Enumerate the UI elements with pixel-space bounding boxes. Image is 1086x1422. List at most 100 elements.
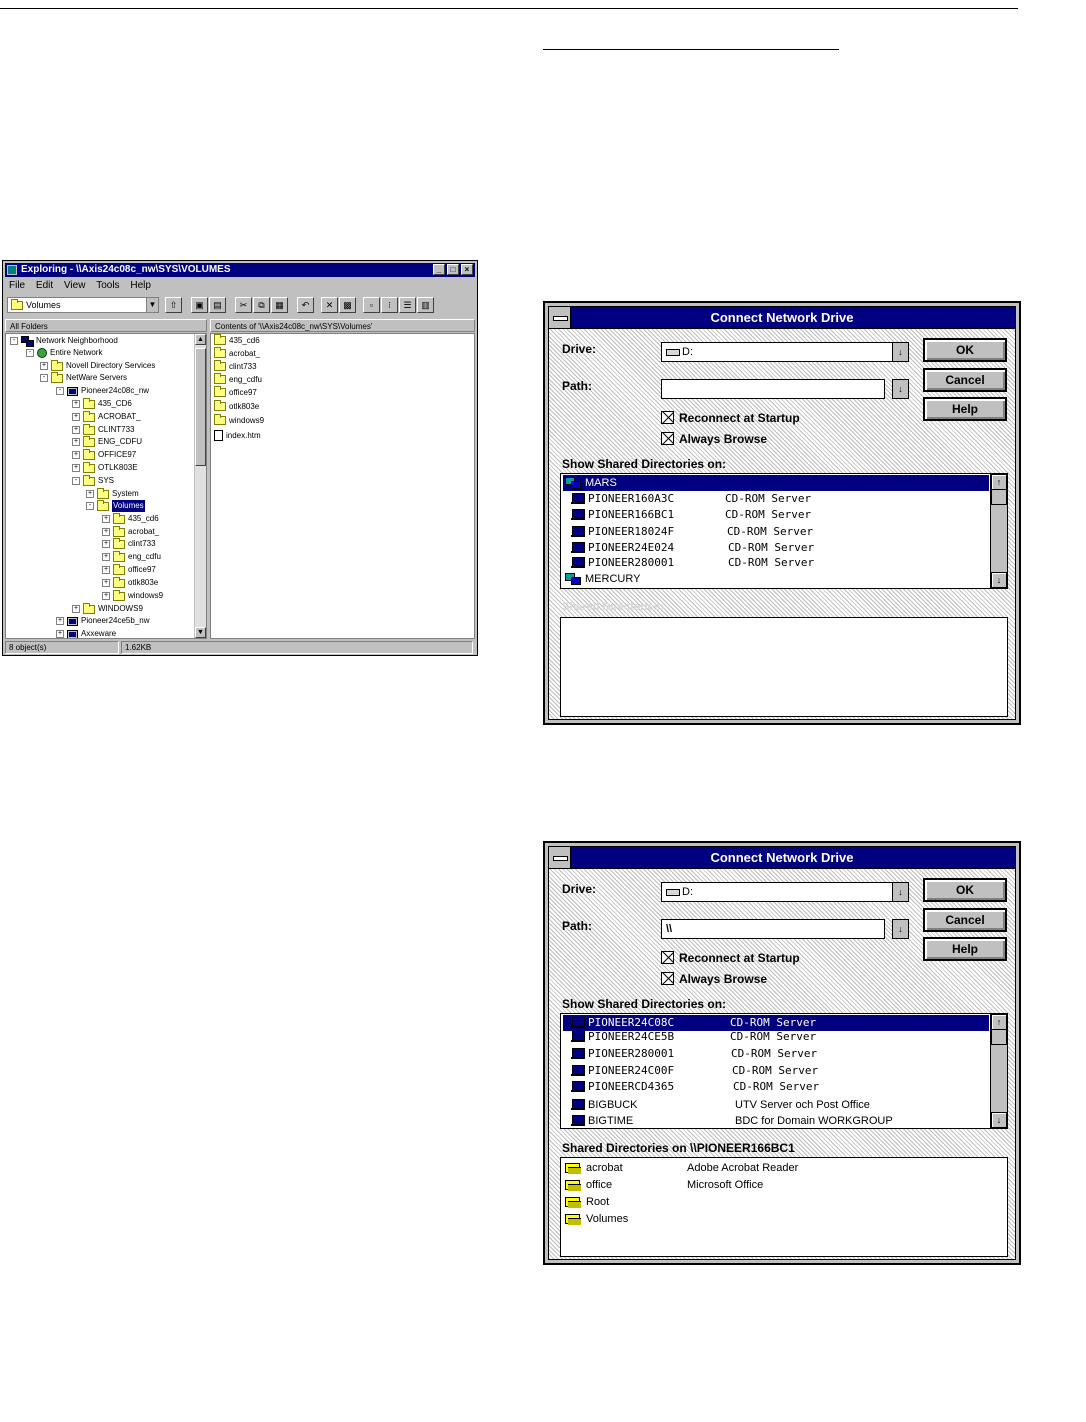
shared-directories-list[interactable] <box>560 617 1008 717</box>
small-icons-button[interactable]: ⁝ <box>381 297 398 313</box>
list-item[interactable]: 435_cd6 <box>214 334 260 347</box>
expand-icon[interactable]: + <box>56 630 64 638</box>
server-list-scrollbar[interactable]: ↑ ↓ <box>990 1014 1007 1128</box>
drive-combo[interactable]: D: <box>661 882 895 902</box>
reconnect-checkbox[interactable]: Reconnect at Startup <box>661 950 800 966</box>
collapse-icon[interactable]: - <box>56 387 64 395</box>
tree-item[interactable]: + WINDOWS9 <box>72 602 143 615</box>
drive-combo[interactable]: D: <box>661 342 895 362</box>
expand-icon[interactable]: + <box>102 528 110 536</box>
tree-item[interactable]: + windows9 <box>102 589 163 602</box>
expand-icon[interactable]: + <box>102 579 110 587</box>
map-drive-button[interactable]: ▣ <box>191 297 208 313</box>
dialog-title-bar[interactable]: Connect Network Drive <box>549 307 1015 329</box>
explorer-title-bar[interactable]: Exploring - \\Axis24c08c_nw\SYS\VOLUMES … <box>5 263 475 277</box>
system-menu-icon[interactable] <box>549 307 571 328</box>
scroll-up-icon[interactable]: ↑ <box>991 1014 1007 1030</box>
cancel-button[interactable]: Cancel <box>923 908 1007 932</box>
chevron-down-icon[interactable]: ▼ <box>146 298 158 312</box>
scroll-up-icon[interactable]: ↑ <box>991 474 1007 490</box>
always-browse-checkbox[interactable]: Always Browse <box>661 431 767 447</box>
checked-box-icon[interactable] <box>661 411 674 424</box>
large-icons-button[interactable]: ▫ <box>363 297 380 313</box>
expand-icon[interactable]: + <box>72 438 80 446</box>
expand-icon[interactable]: + <box>72 605 80 613</box>
delete-button[interactable]: ✕ <box>321 297 338 313</box>
collapse-icon[interactable]: - <box>26 349 34 357</box>
tree-item[interactable]: - Volumes <box>86 499 145 512</box>
server-list[interactable]: PIONEER24C08C CD-ROM Server PIONEER24CE5B… <box>560 1013 1008 1129</box>
tree-item[interactable]: + office97 <box>102 563 156 576</box>
tree-item[interactable]: - SYS <box>72 474 114 487</box>
ok-button[interactable]: OK <box>923 338 1007 362</box>
tree-item[interactable]: + ACROBAT_ <box>72 410 141 423</box>
menu-view[interactable]: View <box>64 280 86 291</box>
path-dropdown-arrow-icon[interactable] <box>892 919 909 939</box>
tree-item[interactable]: + System <box>86 487 139 500</box>
reconnect-checkbox[interactable]: Reconnect at Startup <box>661 410 800 426</box>
up-one-level-button[interactable]: ⇧ <box>165 297 182 313</box>
minimize-button[interactable]: _ <box>433 264 445 275</box>
cancel-button[interactable]: Cancel <box>923 368 1007 392</box>
menu-help[interactable]: Help <box>130 280 151 291</box>
scroll-down-icon[interactable]: ▼ <box>195 627 206 638</box>
scroll-down-icon[interactable]: ↓ <box>991 1112 1007 1128</box>
expand-icon[interactable]: + <box>72 413 80 421</box>
server-list[interactable]: MARS PIONEER160A3C CD-ROM Server PIONEER1… <box>560 473 1008 589</box>
tree-item[interactable]: + OFFICE97 <box>72 448 136 461</box>
scroll-up-icon[interactable]: ▲ <box>195 334 206 345</box>
address-combo[interactable]: Volumes ▼ <box>7 297 159 313</box>
scroll-thumb[interactable] <box>991 489 1007 505</box>
expand-icon[interactable]: + <box>102 515 110 523</box>
tree-scrollbar[interactable]: ▲ ▼ <box>194 334 206 638</box>
tree-item[interactable]: + Axxeware <box>56 628 116 638</box>
expand-icon[interactable]: + <box>72 400 80 408</box>
tree-item[interactable]: + OTLK803E <box>72 461 138 474</box>
tree-item[interactable]: + clint733 <box>102 537 156 550</box>
scroll-thumb[interactable] <box>195 348 206 466</box>
menu-edit[interactable]: Edit <box>36 280 53 291</box>
tree-item[interactable]: + ENG_CDFU <box>72 435 142 448</box>
expand-icon[interactable]: + <box>72 451 80 459</box>
list-item[interactable]: MARS <box>563 475 989 491</box>
checked-box-icon[interactable] <box>661 432 674 445</box>
tree-item[interactable]: +435_cd6 <box>102 512 159 525</box>
list-item[interactable]: office97 <box>214 386 257 399</box>
checked-box-icon[interactable] <box>661 951 674 964</box>
copy-button[interactable]: ⧉ <box>253 297 270 313</box>
tree-item[interactable]: - Network Neighborhood <box>10 335 118 347</box>
disconnect-drive-button[interactable]: ▤ <box>209 297 226 313</box>
scroll-down-icon[interactable]: ↓ <box>991 572 1007 588</box>
list-view-button[interactable]: ☰ <box>399 297 416 313</box>
tree-item[interactable]: + eng_cdfu <box>102 550 161 563</box>
collapse-icon[interactable]: - <box>40 374 48 382</box>
menu-file[interactable]: File <box>9 280 25 291</box>
maximize-button[interactable]: □ <box>447 264 459 275</box>
list-item[interactable]: eng_cdfu <box>214 373 262 386</box>
tree-item[interactable]: - Entire Network <box>26 347 102 359</box>
system-menu-icon[interactable] <box>549 847 571 868</box>
tree-item[interactable]: + Pioneer24ce5b_nw <box>56 615 150 627</box>
expand-icon[interactable]: + <box>102 592 110 600</box>
path-input[interactable]: \\ <box>661 919 885 939</box>
path-dropdown-arrow-icon[interactable] <box>892 379 909 399</box>
details-view-button[interactable]: ▥ <box>417 297 434 313</box>
expand-icon[interactable]: + <box>102 540 110 548</box>
expand-icon[interactable]: + <box>72 464 80 472</box>
ok-button[interactable]: OK <box>923 878 1007 902</box>
list-item[interactable]: otlk803e <box>214 400 259 413</box>
expand-icon[interactable]: + <box>56 617 64 625</box>
properties-button[interactable]: ▩ <box>339 297 356 313</box>
drive-dropdown-arrow-icon[interactable] <box>892 342 909 362</box>
explorer-app-icon[interactable] <box>7 265 17 275</box>
list-item[interactable]: windows9 <box>214 414 264 427</box>
tree-item[interactable]: + acrobat_ <box>102 525 159 538</box>
drive-dropdown-arrow-icon[interactable] <box>892 882 909 902</box>
path-input[interactable] <box>661 379 885 399</box>
paste-button[interactable]: ▦ <box>271 297 288 313</box>
menu-tools[interactable]: Tools <box>96 280 119 291</box>
dialog-title-bar[interactable]: Connect Network Drive <box>549 847 1015 869</box>
collapse-icon[interactable]: - <box>86 502 94 510</box>
list-item[interactable]: index.htm <box>214 430 261 442</box>
expand-icon[interactable]: + <box>102 566 110 574</box>
